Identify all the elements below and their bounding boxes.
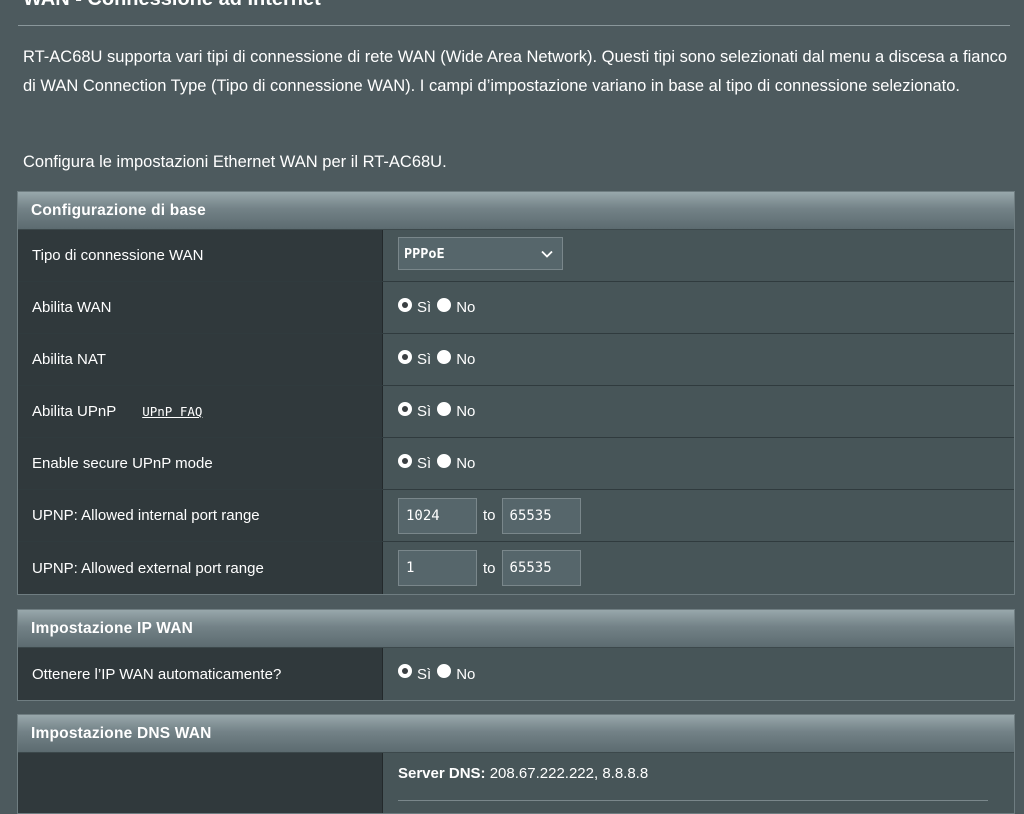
enable-upnp-label: Abilita UPnP <box>32 403 117 420</box>
internal-range-label: UPNP: Allowed internal port range <box>18 490 383 541</box>
section-header-basic: Configurazione di base <box>18 192 1014 230</box>
wan-type-select[interactable]: PPPoE <box>398 237 563 270</box>
enable-upnp-yes-radio[interactable]: Sì <box>398 401 431 420</box>
radio-unchecked-icon <box>437 349 452 364</box>
dns-server-value: 208.67.222.222, 8.8.8.8 <box>489 765 649 782</box>
internal-port-from-input[interactable]: 1024 <box>398 497 477 534</box>
page-title: WAN - Connessione ad Internet <box>23 0 321 10</box>
row-auto-ip: Ottenere l’IP WAN automaticamente? Sì No <box>18 648 1014 700</box>
section-header-wan-ip: Impostazione IP WAN <box>18 610 1014 648</box>
radio-checked-icon <box>398 401 412 416</box>
internal-port-to-input[interactable]: 65535 <box>501 497 581 534</box>
wan-type-label: Tipo di connessione WAN <box>18 230 383 281</box>
auto-ip-yes-radio[interactable]: Sì <box>398 664 431 683</box>
row-external-port-range: UPNP: Allowed external port range 1 to 6… <box>18 542 1014 594</box>
radio-checked-icon <box>398 297 412 312</box>
dns-row-label <box>18 753 383 813</box>
enable-wan-yes-radio[interactable]: Sì <box>398 297 431 316</box>
external-port-to-input[interactable]: 65535 <box>501 550 581 586</box>
radio-checked-icon <box>398 453 412 468</box>
section-header-wan-dns: Impostazione DNS WAN <box>18 715 1014 753</box>
radio-unchecked-icon <box>437 453 452 468</box>
enable-wan-no-radio[interactable]: No <box>437 297 475 316</box>
wan-ip-section: Impostazione IP WAN Ottenere l’IP WAN au… <box>17 609 1015 701</box>
enable-nat-no-radio[interactable]: No <box>437 349 475 368</box>
range-separator: to <box>483 559 496 577</box>
secure-upnp-label: Enable secure UPnP mode <box>18 438 383 489</box>
secure-upnp-no-radio[interactable]: No <box>437 453 475 472</box>
wan-dns-section: Impostazione DNS WAN Server DNS: 208.67.… <box>17 714 1015 814</box>
row-enable-nat: Abilita NAT Sì No <box>18 334 1014 386</box>
row-wan-type: Tipo di connessione WAN PPPoE <box>18 230 1014 282</box>
dns-divider <box>398 800 988 801</box>
row-secure-upnp: Enable secure UPnP mode Sì No <box>18 438 1014 490</box>
range-separator: to <box>483 507 496 524</box>
upnp-faq-link[interactable]: UPnP FAQ <box>142 404 202 419</box>
radio-unchecked-icon <box>437 664 452 678</box>
radio-checked-icon <box>398 664 412 678</box>
enable-nat-label: Abilita NAT <box>18 334 383 385</box>
secure-upnp-yes-radio[interactable]: Sì <box>398 453 431 472</box>
enable-nat-yes-radio[interactable]: Sì <box>398 349 431 368</box>
title-divider <box>18 25 1010 26</box>
chevron-down-icon <box>541 250 553 258</box>
dns-server-info: Server DNS: 208.67.222.222, 8.8.8.8 <box>398 765 648 782</box>
external-range-label: UPNP: Allowed external port range <box>18 542 383 594</box>
enable-wan-label: Abilita WAN <box>18 282 383 333</box>
wan-type-value: PPPoE <box>404 245 445 262</box>
row-enable-upnp: Abilita UPnP UPnP FAQ Sì No <box>18 386 1014 438</box>
dns-server-label: Server DNS: <box>398 765 486 782</box>
radio-unchecked-icon <box>437 297 452 312</box>
external-port-from-input[interactable]: 1 <box>398 550 477 586</box>
radio-unchecked-icon <box>437 401 452 416</box>
row-dns-server: Server DNS: 208.67.222.222, 8.8.8.8 <box>18 753 1014 813</box>
sub-intro-text: Configura le impostazioni Ethernet WAN p… <box>23 153 447 171</box>
basic-config-section: Configurazione di base Tipo di connessio… <box>17 191 1015 595</box>
radio-checked-icon <box>398 349 412 364</box>
row-internal-port-range: UPNP: Allowed internal port range 1024 t… <box>18 490 1014 542</box>
auto-ip-no-radio[interactable]: No <box>437 664 475 683</box>
auto-ip-label: Ottenere l’IP WAN automaticamente? <box>18 648 383 700</box>
row-enable-wan: Abilita WAN Sì No <box>18 282 1014 334</box>
intro-text: RT-AC68U supporta vari tipi di connessio… <box>23 48 1008 95</box>
enable-upnp-no-radio[interactable]: No <box>437 401 475 420</box>
